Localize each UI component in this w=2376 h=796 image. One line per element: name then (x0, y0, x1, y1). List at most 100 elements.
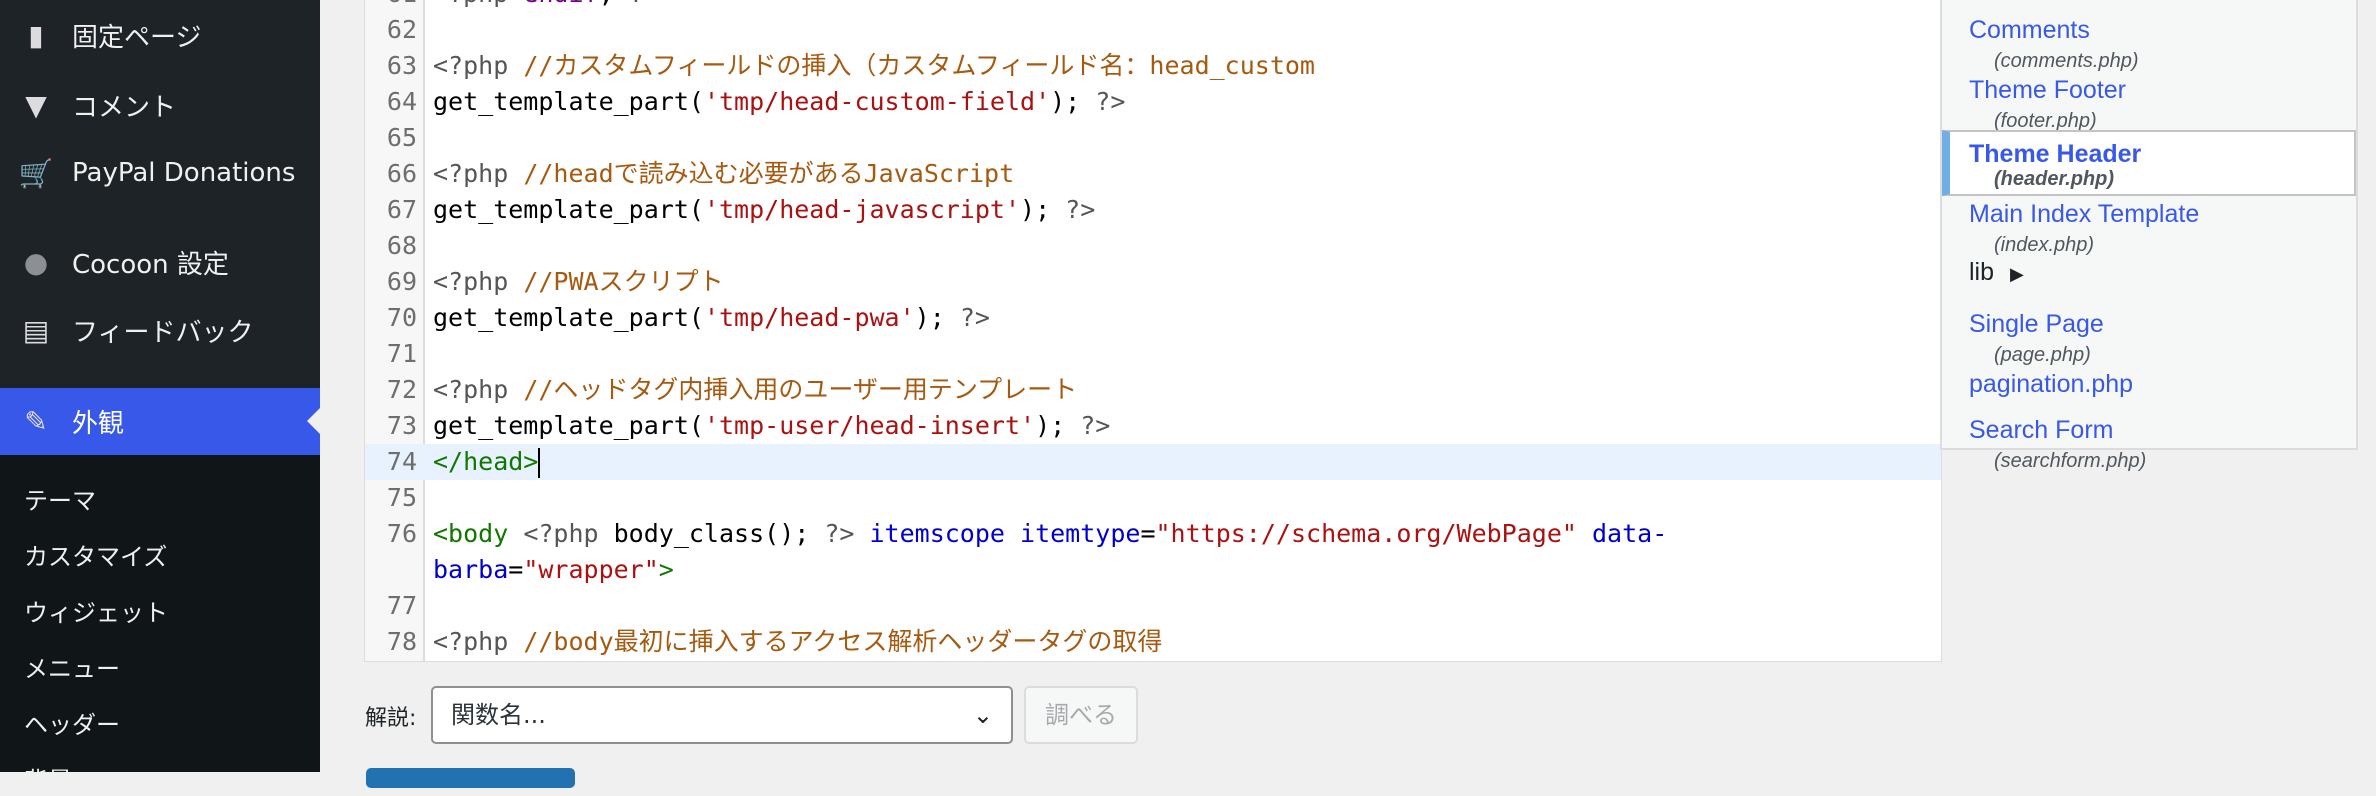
code-line[interactable]: 63 <?php //カスタムフィールドの挿入（カスタムフィールド名：head_c… (365, 48, 1941, 84)
code-token: itemtype (1020, 519, 1141, 548)
line-text[interactable]: <?php //PWAスクリプト (433, 264, 724, 300)
submenu-item[interactable]: テーマ (24, 481, 96, 516)
code-line[interactable]: 75 (365, 480, 1941, 516)
code-line[interactable]: 76 <body <?php body_class(); ?> itemscope… (365, 516, 1941, 552)
code-line[interactable]: 73 get_template_part('tmp-user/head-inser… (365, 408, 1941, 444)
code-line[interactable]: 74 </head> (365, 444, 1941, 480)
sidebar-item[interactable]: ✎ 外観 (0, 388, 320, 455)
code-token: data- (1576, 519, 1668, 548)
code-token: <?php (523, 519, 614, 548)
line-number: 66 (386, 159, 417, 188)
file-item[interactable]: Theme Footer (footer.php) (1942, 72, 2356, 132)
line-number: 62 (386, 15, 417, 44)
submenu-item[interactable]: メニュー (24, 649, 120, 684)
line-text[interactable]: get_template_part('tmp-user/head-insert'… (433, 408, 1110, 444)
file-item[interactable]: Main Index Template (index.php) (1942, 196, 2356, 256)
code-line[interactable]: 65 (365, 120, 1941, 156)
code-line[interactable]: 78 <?php //body最初に挿入するアクセス解析ヘッダータグの取得 (365, 624, 1941, 660)
sidebar-item[interactable]: ▮ 固定ページ (0, 5, 320, 65)
sidebar-item[interactable]: 🛒 PayPal Donations (0, 143, 320, 203)
line-text[interactable]: <?php //カスタムフィールドの挿入（カスタムフィールド名：head_cus… (433, 48, 1315, 84)
code-line[interactable]: 67 get_template_part('tmp/head-javascript… (365, 192, 1941, 228)
code-line[interactable]: 68 (365, 228, 1941, 264)
line-number: 78 (386, 627, 417, 656)
documentation-label: 解説: (365, 706, 417, 731)
file-title: Search Form (1969, 416, 2114, 444)
code-token: <?php (433, 375, 524, 404)
file-item[interactable]: pagination.php (1942, 366, 2356, 412)
submenu-item[interactable]: カスタマイズ (24, 537, 167, 572)
line-text[interactable]: <?php endif; ?> (433, 0, 659, 12)
submenu-item[interactable]: ヘッダー (24, 705, 120, 740)
sidebar-item[interactable]: ▼ コメント (0, 75, 320, 135)
file-name: (header.php) (1994, 168, 2115, 190)
line-text[interactable]: </head> (433, 444, 541, 480)
line-number: 69 (386, 267, 417, 296)
submenu-item[interactable]: 背景 (24, 761, 72, 796)
submenu-item[interactable]: ウィジェット (24, 593, 168, 628)
code-line[interactable]: 77 (365, 588, 1941, 624)
lookup-button[interactable]: 調べる (1024, 686, 1138, 744)
line-text[interactable]: barba="wrapper"> (433, 552, 674, 588)
code-editor[interactable]: 61 <?php endif; ?> 62 63 <?php //カスタムフィールドの挿… (364, 0, 1942, 662)
code-line[interactable]: 64 get_template_part('tmp/head-custom-fie… (365, 84, 1941, 120)
code-token: get_template_part( (433, 411, 704, 440)
file-item[interactable]: Search Form (searchform.php) (1942, 412, 2356, 472)
code-line[interactable]: 62 (365, 12, 1941, 48)
code-token: > (658, 555, 674, 584)
line-text[interactable]: <body <?php body_class(); ?> itemscope i… (433, 516, 1667, 552)
line-text[interactable]: <?php //ヘッドタグ内挿入用のユーザー用テンプレート (433, 372, 1077, 408)
code-token: get_template_part( (433, 303, 704, 332)
cart-icon: 🛒 (18, 156, 54, 190)
function-name-select[interactable]: 関数名... ⌄ (431, 686, 1013, 744)
file-name: (page.php) (1994, 344, 2091, 366)
line-text[interactable]: <?php //body最初に挿入するアクセス解析ヘッダータグの取得 (433, 624, 1162, 660)
file-folder-lib[interactable]: lib ▶ (1969, 258, 2024, 287)
line-text[interactable]: get_template_part('tmp/head-javascript')… (433, 192, 1095, 228)
line-text[interactable]: get_template_part('tmp/head-pwa'); ?> (433, 300, 990, 336)
sidebar-item[interactable]: ● Cocoon 設定 (0, 232, 320, 292)
line-number: 72 (386, 375, 417, 404)
code-token: ); (1035, 411, 1081, 440)
line-number: 71 (386, 339, 417, 368)
line-text[interactable]: <?php //headで読み込む必要があるJavaScript (433, 156, 1014, 192)
code-line[interactable]: 66 <?php //headで読み込む必要があるJavaScript (365, 156, 1941, 192)
code-token: <body (433, 519, 524, 548)
line-number: 75 (386, 483, 417, 512)
sidebar-item-label: フィードバック (72, 317, 254, 348)
line-number: 67 (386, 195, 417, 224)
code-line-wrapped[interactable]: barba="wrapper"> (365, 552, 1941, 588)
file-title: Main Index Template (1969, 200, 2200, 228)
code-token: ?> (629, 0, 659, 8)
code-token: //ヘッドタグ内挿入用のユーザー用テンプレート (523, 375, 1078, 404)
code-token: 'tmp/head-javascript' (703, 195, 1021, 224)
code-token: //カスタムフィールドの挿入（カスタムフィールド名：head_custom (523, 51, 1315, 80)
code-token: //body最初に挿入するアクセス解析ヘッダータグの取得 (523, 627, 1163, 656)
line-number: 77 (386, 591, 417, 620)
code-line[interactable]: 72 <?php //ヘッドタグ内挿入用のユーザー用テンプレート (365, 372, 1941, 408)
code-line[interactable]: 70 get_template_part('tmp/head-pwa'); ?> (365, 300, 1941, 336)
sidebar-item[interactable]: ▤ フィードバック (0, 300, 320, 360)
file-item[interactable]: Single Page (page.php) (1942, 306, 2356, 366)
sidebar-item-label: 外観 (72, 409, 125, 439)
file-item[interactable]: Comments (comments.php) (1942, 12, 2356, 72)
file-title: Single Page (1969, 310, 2104, 338)
code-token: ); (1050, 87, 1096, 116)
file-name: (comments.php) (1994, 50, 2139, 72)
code-lines[interactable]: 61 <?php endif; ?> 62 63 <?php //カスタムフィールドの挿… (365, 0, 1941, 660)
feedback-icon: ▤ (22, 313, 50, 347)
code-token: = (508, 555, 524, 584)
code-token: "https://schema.org/WebPage" (1155, 519, 1577, 548)
sidebar-item-label: PayPal Donations (72, 158, 296, 188)
code-line[interactable]: 71 (365, 336, 1941, 372)
code-line[interactable]: 61 <?php endif; ?> (365, 0, 1941, 12)
code-line[interactable]: 69 <?php //PWAスクリプト (365, 264, 1941, 300)
code-token: ?> (959, 303, 990, 332)
select-value: 関数名... (451, 701, 546, 729)
update-file-button[interactable] (366, 768, 575, 788)
theme-file-list: Comments (comments.php) Theme Footer (foote… (1940, 0, 2358, 472)
line-text[interactable]: get_template_part('tmp/head-custom-field… (433, 84, 1125, 120)
line-number: 61 (365, 0, 417, 12)
file-item[interactable]: Theme Header (header.php) (1942, 130, 2356, 196)
line-number: 74 (386, 447, 417, 476)
